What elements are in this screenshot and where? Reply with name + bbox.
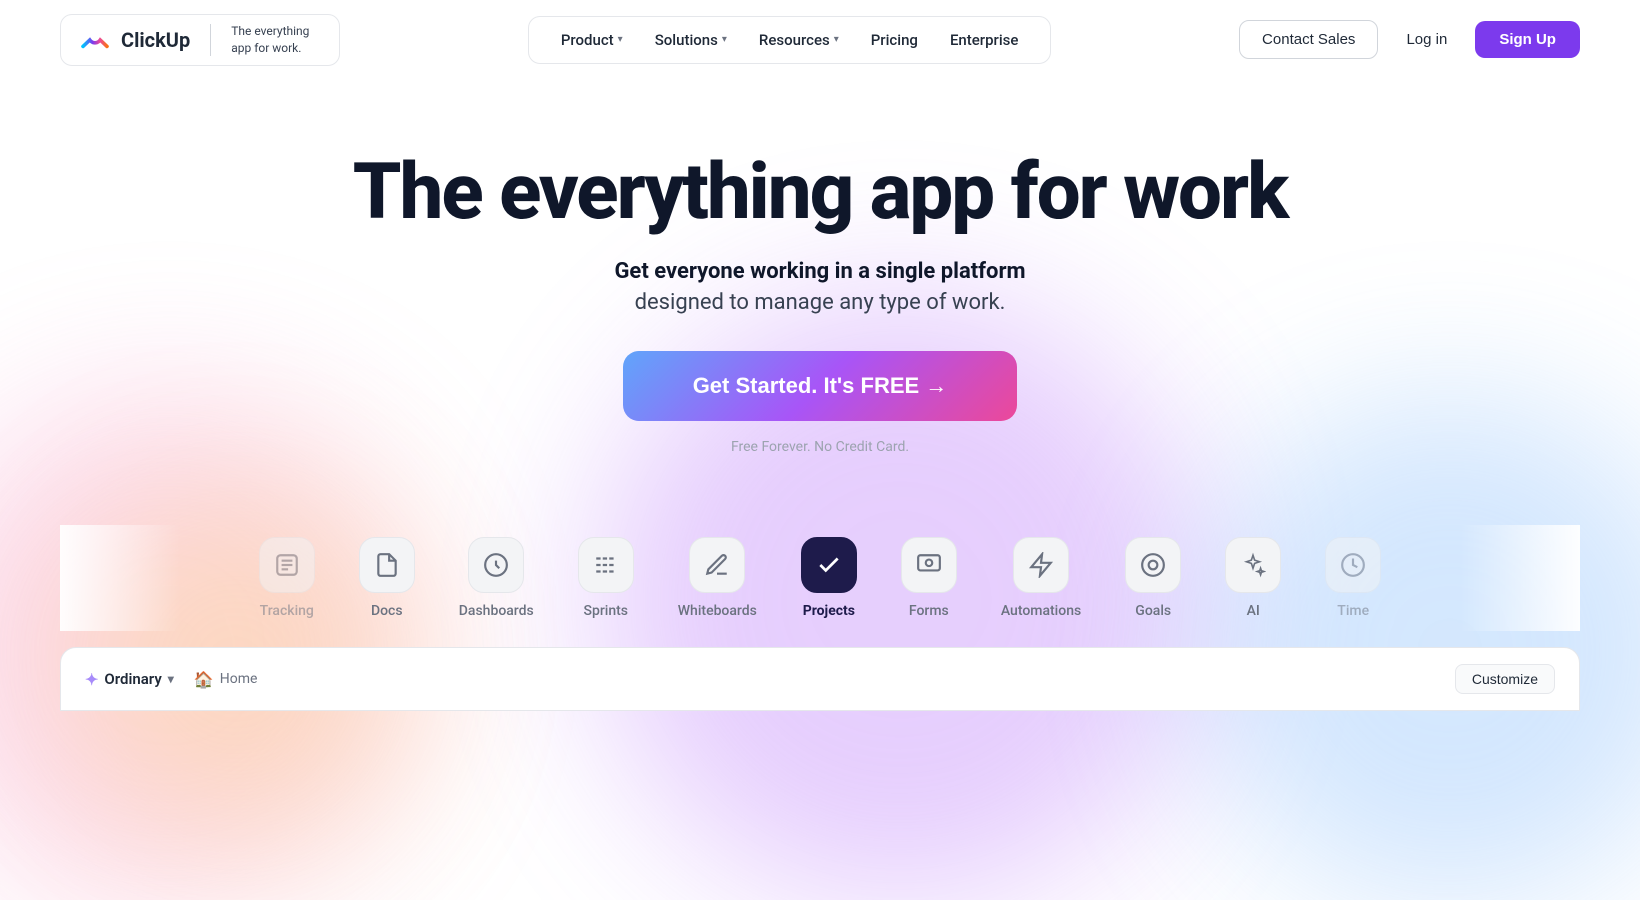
feature-tab-projects[interactable]: Projects <box>779 525 879 631</box>
workspace-sparkle-icon: ✦ <box>85 670 98 689</box>
logo-area[interactable]: ClickUp The everything app for work. <box>60 14 340 66</box>
automations-icon <box>1013 537 1069 593</box>
bottom-panel-left: ✦ Ordinary ▾ 🏠 Home <box>85 670 257 689</box>
clickup-logo-icon <box>79 24 111 56</box>
resources-chevron-icon: ▾ <box>834 34 839 45</box>
workspace-selector[interactable]: ✦ Ordinary ▾ <box>85 670 174 689</box>
time-icon <box>1325 537 1381 593</box>
navbar: ClickUp The everything app for work. Pro… <box>0 0 1640 80</box>
feature-tab-goals[interactable]: Goals <box>1103 525 1203 631</box>
sprints-icon <box>578 537 634 593</box>
docs-icon <box>359 537 415 593</box>
nav-pricing[interactable]: Pricing <box>857 25 932 55</box>
nav-resources[interactable]: Resources ▾ <box>745 25 853 55</box>
projects-label: Projects <box>803 603 855 619</box>
feature-tab-docs[interactable]: Docs <box>337 525 437 631</box>
hero-subtitle-bold: Get everyone working in a single platfor… <box>20 259 1620 284</box>
feature-tabs-wrapper: Tracking Docs Dashboards Sprints Whiteboards… <box>0 525 1640 631</box>
whiteboards-icon <box>689 537 745 593</box>
product-chevron-icon: ▾ <box>618 34 623 45</box>
solutions-chevron-icon: ▾ <box>722 34 727 45</box>
sprints-label: Sprints <box>583 603 628 619</box>
nav-actions: Contact Sales Log in Sign Up <box>1239 20 1580 59</box>
tracking-label: Tracking <box>260 603 314 619</box>
docs-label: Docs <box>371 603 403 619</box>
nav-product[interactable]: Product ▾ <box>547 25 637 55</box>
ai-label: AI <box>1247 603 1260 619</box>
feature-tab-ai[interactable]: AI <box>1203 525 1303 631</box>
hero-section: The everything app for work Get everyone… <box>0 80 1640 496</box>
nav-tagline: The everything app for work. <box>231 23 321 57</box>
whiteboards-label: Whiteboards <box>678 603 757 619</box>
goals-icon <box>1125 537 1181 593</box>
dashboards-label: Dashboards <box>459 603 534 619</box>
logo-text: ClickUp <box>121 28 190 52</box>
feature-tab-whiteboards[interactable]: Whiteboards <box>656 525 779 631</box>
nav-enterprise[interactable]: Enterprise <box>936 25 1032 55</box>
workspace-label: Ordinary <box>104 670 161 688</box>
workspace-chevron-icon: ▾ <box>168 672 174 686</box>
hero-free-note: Free Forever. No Credit Card. <box>20 439 1620 455</box>
feature-tab-forms[interactable]: Forms <box>879 525 979 631</box>
contact-sales-button[interactable]: Contact Sales <box>1239 20 1378 59</box>
goals-label: Goals <box>1135 603 1171 619</box>
customize-button[interactable]: Customize <box>1455 664 1555 694</box>
home-label: Home <box>220 671 258 687</box>
dashboards-icon <box>468 537 524 593</box>
login-button[interactable]: Log in <box>1388 21 1465 58</box>
home-link[interactable]: 🏠 Home <box>194 670 258 689</box>
feature-tab-automations[interactable]: Automations <box>979 525 1103 631</box>
tracking-icon <box>259 537 315 593</box>
logo-divider <box>210 24 211 56</box>
feature-tab-dashboards[interactable]: Dashboards <box>437 525 556 631</box>
bottom-panel: ✦ Ordinary ▾ 🏠 Home Customize <box>60 647 1580 711</box>
forms-icon <box>901 537 957 593</box>
hero-title: The everything app for work <box>20 150 1620 236</box>
projects-icon <box>801 537 857 593</box>
feature-tabs: Tracking Docs Dashboards Sprints Whiteboards… <box>0 525 1640 631</box>
nav-solutions[interactable]: Solutions ▾ <box>641 25 741 55</box>
feature-tab-sprints[interactable]: Sprints <box>556 525 656 631</box>
feature-tab-tracking[interactable]: Tracking <box>237 525 337 631</box>
ai-icon <box>1225 537 1281 593</box>
nav-links: Product ▾ Solutions ▾ Resources ▾ Pricin… <box>528 16 1052 64</box>
hero-subtitle: designed to manage any type of work. <box>20 290 1620 315</box>
forms-label: Forms <box>909 603 949 619</box>
feature-tab-time[interactable]: Time <box>1303 525 1403 631</box>
time-label: Time <box>1337 603 1369 619</box>
home-icon: 🏠 <box>194 670 214 689</box>
get-started-button[interactable]: Get Started. It's FREE → <box>623 351 1018 421</box>
signup-button[interactable]: Sign Up <box>1475 21 1580 58</box>
automations-label: Automations <box>1001 603 1081 619</box>
